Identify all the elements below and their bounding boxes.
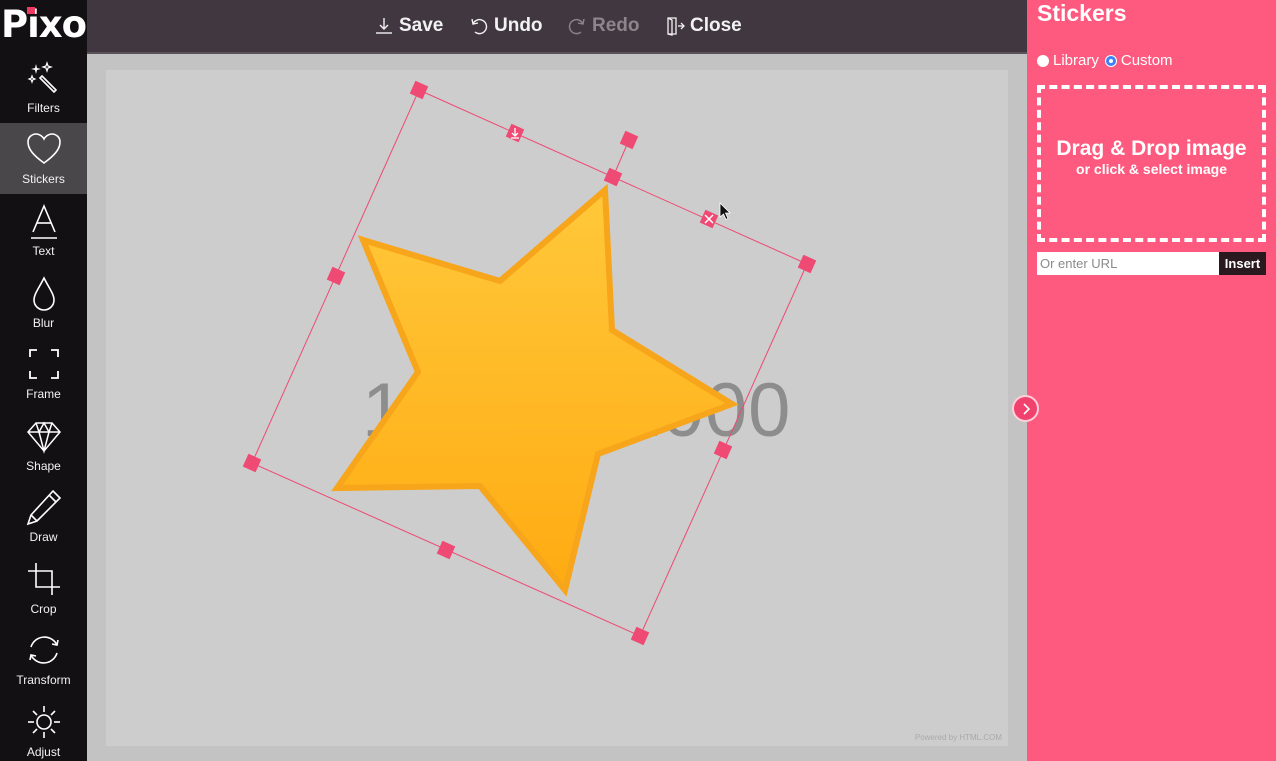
download-icon (376, 18, 392, 34)
rotate-icon (28, 636, 59, 664)
sidebar-item-filters[interactable]: Filters (0, 52, 87, 123)
undo-label: Undo (494, 15, 543, 36)
top-toolbar: Save Undo Redo Close (87, 0, 1027, 54)
sidebar-item-label: Crop (30, 602, 57, 616)
sidebar-item-crop[interactable]: Crop (0, 553, 87, 624)
logo: Pixo (0, 0, 87, 48)
sidebar-item-label: Stickers (22, 172, 65, 186)
crop-icon (27, 563, 60, 595)
panel-title: Stickers (1037, 0, 1127, 26)
redo-icon (568, 18, 585, 35)
sidebar-item-draw[interactable]: Draw (0, 481, 87, 552)
sidebar-item-label: Text (32, 244, 55, 258)
exit-door-icon (667, 17, 685, 36)
sidebar: Pixo Filters Stickers Text Blur Frame Sh… (0, 0, 87, 761)
sidebar-item-label: Shape (26, 459, 61, 473)
insert-button[interactable]: Insert (1219, 252, 1266, 275)
save-button[interactable]: Save (374, 12, 443, 40)
sidebar-item-label: Transform (16, 673, 71, 687)
pixo-editor: Pixo Filters Stickers Text Blur Frame Sh… (0, 0, 1276, 761)
custom-radio[interactable] (1104, 54, 1117, 67)
url-row: Insert (1037, 252, 1266, 275)
droplet-icon (32, 276, 55, 311)
url-input[interactable] (1037, 252, 1219, 275)
chevron-right-icon (1022, 402, 1030, 415)
sidebar-item-label: Filters (27, 101, 60, 115)
custom-radio-label[interactable]: Custom (1121, 52, 1173, 69)
sidebar-item-frame[interactable]: Frame (0, 338, 87, 409)
close-label: Close (690, 15, 742, 36)
sidebar-item-text[interactable]: Text (0, 195, 87, 266)
magic-wand-icon (26, 61, 57, 94)
sidebar-item-label: Draw (29, 530, 58, 544)
heart-icon (26, 133, 61, 164)
watermark: Powered by HTML.COM (914, 733, 1002, 742)
redo-button[interactable]: Redo (567, 12, 640, 40)
stickers-panel: Stickers Library Custom Drag & Drop imag… (1027, 0, 1276, 761)
sidebar-item-transform[interactable]: Transform (0, 624, 87, 695)
dropzone-subtitle: or click & select image (1076, 160, 1227, 177)
frame-icon (28, 349, 59, 379)
panel-toggle-button[interactable] (1012, 395, 1039, 422)
sidebar-item-blur[interactable]: Blur (0, 267, 87, 338)
source-radio-group: Library Custom (1037, 52, 1179, 69)
sidebar-item-shape[interactable]: Shape (0, 410, 87, 481)
sidebar-item-label: Frame (26, 387, 61, 401)
text-icon (30, 203, 57, 239)
image-dropzone[interactable]: Drag & Drop image or click & select imag… (1037, 85, 1266, 242)
sidebar-item-stickers[interactable]: Stickers (0, 123, 87, 194)
diamond-icon (26, 421, 61, 454)
sidebar-item-label: Adjust (26, 745, 61, 759)
dropzone-title: Drag & Drop image (1056, 136, 1247, 160)
logo-text: Pixo (0, 2, 87, 46)
library-radio-label[interactable]: Library (1053, 52, 1099, 69)
redo-label: Redo (592, 15, 640, 36)
pencil-icon (26, 489, 61, 526)
sun-icon (27, 706, 60, 738)
undo-button[interactable]: Undo (469, 12, 543, 40)
logo-dot (27, 7, 35, 14)
sidebar-item-adjust[interactable]: Adjust (0, 696, 87, 761)
undo-icon (471, 18, 488, 35)
close-button[interactable]: Close (665, 12, 742, 40)
save-label: Save (399, 15, 444, 36)
sidebar-item-label: Blur (32, 316, 55, 330)
library-radio[interactable] (1037, 54, 1049, 67)
